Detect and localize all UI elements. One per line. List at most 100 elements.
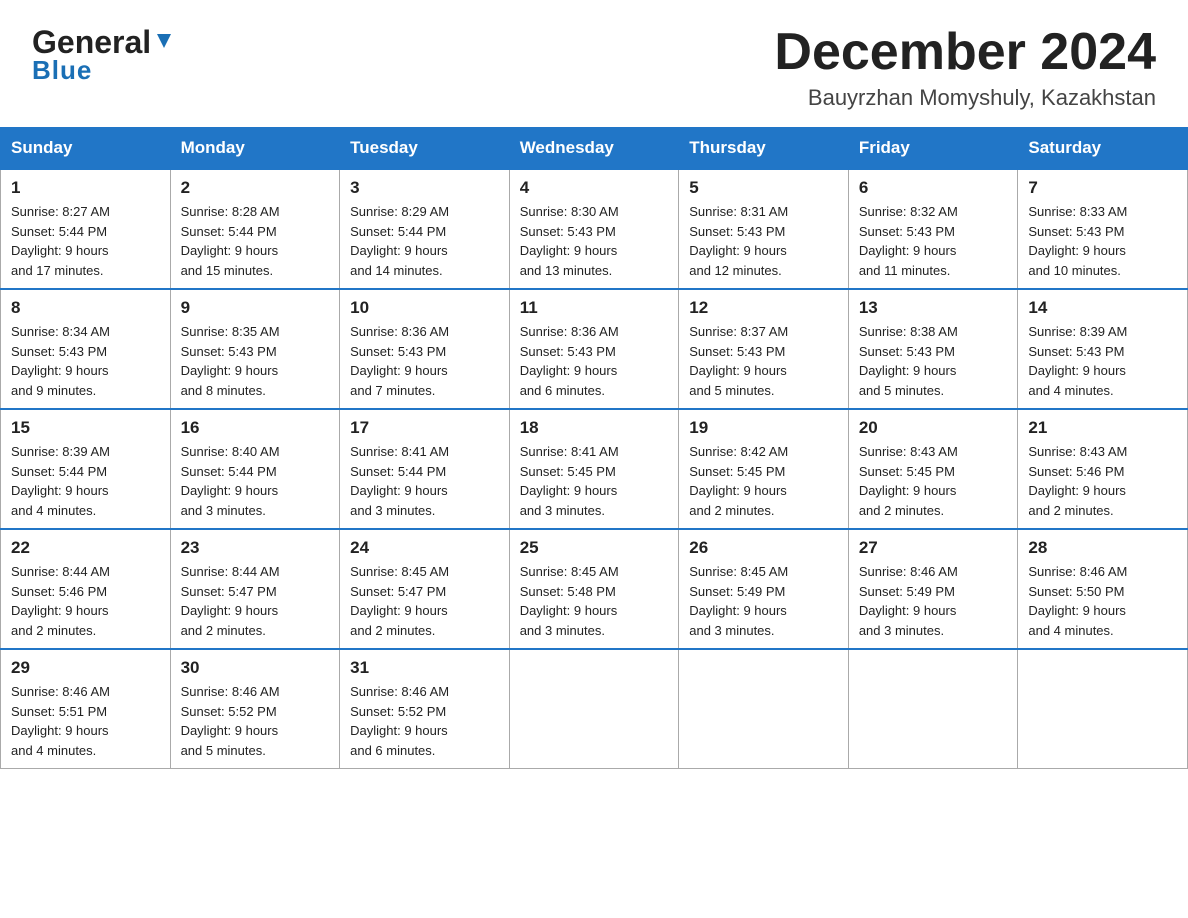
day-number: 22 xyxy=(11,538,160,558)
day-number: 7 xyxy=(1028,178,1177,198)
calendar-cell: 7 Sunrise: 8:33 AM Sunset: 5:43 PM Dayli… xyxy=(1018,169,1188,289)
day-info: Sunrise: 8:44 AM Sunset: 5:46 PM Dayligh… xyxy=(11,562,160,640)
daylight-text: Daylight: 9 hours xyxy=(859,243,957,258)
sunset-text: Sunset: 5:43 PM xyxy=(689,344,785,359)
day-info: Sunrise: 8:46 AM Sunset: 5:52 PM Dayligh… xyxy=(181,682,330,760)
daylight-text: Daylight: 9 hours xyxy=(350,243,448,258)
sunset-text: Sunset: 5:45 PM xyxy=(859,464,955,479)
daylight-minutes: and 13 minutes. xyxy=(520,263,613,278)
daylight-text: Daylight: 9 hours xyxy=(1028,363,1126,378)
daylight-text: Daylight: 9 hours xyxy=(11,723,109,738)
calendar-week-2: 8 Sunrise: 8:34 AM Sunset: 5:43 PM Dayli… xyxy=(1,289,1188,409)
daylight-text: Daylight: 9 hours xyxy=(859,363,957,378)
daylight-minutes: and 2 minutes. xyxy=(1028,503,1113,518)
day-number: 21 xyxy=(1028,418,1177,438)
daylight-minutes: and 15 minutes. xyxy=(181,263,274,278)
day-info: Sunrise: 8:27 AM Sunset: 5:44 PM Dayligh… xyxy=(11,202,160,280)
day-info: Sunrise: 8:45 AM Sunset: 5:48 PM Dayligh… xyxy=(520,562,669,640)
sunset-text: Sunset: 5:43 PM xyxy=(11,344,107,359)
calendar-cell: 23 Sunrise: 8:44 AM Sunset: 5:47 PM Dayl… xyxy=(170,529,340,649)
calendar-cell: 17 Sunrise: 8:41 AM Sunset: 5:44 PM Dayl… xyxy=(340,409,510,529)
day-info: Sunrise: 8:28 AM Sunset: 5:44 PM Dayligh… xyxy=(181,202,330,280)
day-number: 28 xyxy=(1028,538,1177,558)
calendar-cell: 28 Sunrise: 8:46 AM Sunset: 5:50 PM Dayl… xyxy=(1018,529,1188,649)
day-info: Sunrise: 8:41 AM Sunset: 5:45 PM Dayligh… xyxy=(520,442,669,520)
day-number: 13 xyxy=(859,298,1008,318)
calendar-cell: 27 Sunrise: 8:46 AM Sunset: 5:49 PM Dayl… xyxy=(848,529,1018,649)
sunrise-text: Sunrise: 8:43 AM xyxy=(859,444,958,459)
sunrise-text: Sunrise: 8:46 AM xyxy=(11,684,110,699)
sunrise-text: Sunrise: 8:28 AM xyxy=(181,204,280,219)
calendar-cell: 21 Sunrise: 8:43 AM Sunset: 5:46 PM Dayl… xyxy=(1018,409,1188,529)
col-thursday: Thursday xyxy=(679,128,849,170)
calendar-cell: 31 Sunrise: 8:46 AM Sunset: 5:52 PM Dayl… xyxy=(340,649,510,769)
calendar-cell: 13 Sunrise: 8:38 AM Sunset: 5:43 PM Dayl… xyxy=(848,289,1018,409)
daylight-minutes: and 4 minutes. xyxy=(1028,623,1113,638)
logo-blue: Blue xyxy=(32,55,92,86)
logo: General Blue xyxy=(32,24,175,86)
col-wednesday: Wednesday xyxy=(509,128,679,170)
daylight-minutes: and 3 minutes. xyxy=(520,623,605,638)
col-sunday: Sunday xyxy=(1,128,171,170)
sunrise-text: Sunrise: 8:36 AM xyxy=(520,324,619,339)
calendar-body: 1 Sunrise: 8:27 AM Sunset: 5:44 PM Dayli… xyxy=(1,169,1188,769)
title-block: December 2024 Bauyrzhan Momyshuly, Kazak… xyxy=(774,24,1156,111)
sunset-text: Sunset: 5:46 PM xyxy=(1028,464,1124,479)
sunrise-text: Sunrise: 8:46 AM xyxy=(350,684,449,699)
sunrise-text: Sunrise: 8:45 AM xyxy=(520,564,619,579)
sunset-text: Sunset: 5:49 PM xyxy=(859,584,955,599)
day-number: 24 xyxy=(350,538,499,558)
day-info: Sunrise: 8:36 AM Sunset: 5:43 PM Dayligh… xyxy=(520,322,669,400)
day-info: Sunrise: 8:34 AM Sunset: 5:43 PM Dayligh… xyxy=(11,322,160,400)
calendar-cell: 22 Sunrise: 8:44 AM Sunset: 5:46 PM Dayl… xyxy=(1,529,171,649)
daylight-text: Daylight: 9 hours xyxy=(859,603,957,618)
sunset-text: Sunset: 5:43 PM xyxy=(181,344,277,359)
sunrise-text: Sunrise: 8:46 AM xyxy=(859,564,958,579)
calendar-cell: 24 Sunrise: 8:45 AM Sunset: 5:47 PM Dayl… xyxy=(340,529,510,649)
day-number: 11 xyxy=(520,298,669,318)
sunrise-text: Sunrise: 8:36 AM xyxy=(350,324,449,339)
daylight-minutes: and 2 minutes. xyxy=(350,623,435,638)
sunrise-text: Sunrise: 8:43 AM xyxy=(1028,444,1127,459)
sunset-text: Sunset: 5:52 PM xyxy=(181,704,277,719)
sunset-text: Sunset: 5:52 PM xyxy=(350,704,446,719)
sunset-text: Sunset: 5:46 PM xyxy=(11,584,107,599)
sunrise-text: Sunrise: 8:40 AM xyxy=(181,444,280,459)
day-number: 25 xyxy=(520,538,669,558)
daylight-text: Daylight: 9 hours xyxy=(520,363,618,378)
calendar-cell: 19 Sunrise: 8:42 AM Sunset: 5:45 PM Dayl… xyxy=(679,409,849,529)
day-info: Sunrise: 8:39 AM Sunset: 5:43 PM Dayligh… xyxy=(1028,322,1177,400)
sunset-text: Sunset: 5:43 PM xyxy=(350,344,446,359)
sunset-text: Sunset: 5:49 PM xyxy=(689,584,785,599)
sunset-text: Sunset: 5:44 PM xyxy=(11,224,107,239)
daylight-text: Daylight: 9 hours xyxy=(689,243,787,258)
daylight-text: Daylight: 9 hours xyxy=(859,483,957,498)
daylight-minutes: and 11 minutes. xyxy=(859,263,951,278)
day-info: Sunrise: 8:38 AM Sunset: 5:43 PM Dayligh… xyxy=(859,322,1008,400)
sunrise-text: Sunrise: 8:33 AM xyxy=(1028,204,1127,219)
calendar-cell: 25 Sunrise: 8:45 AM Sunset: 5:48 PM Dayl… xyxy=(509,529,679,649)
day-number: 16 xyxy=(181,418,330,438)
daylight-text: Daylight: 9 hours xyxy=(689,483,787,498)
day-info: Sunrise: 8:30 AM Sunset: 5:43 PM Dayligh… xyxy=(520,202,669,280)
calendar-cell: 3 Sunrise: 8:29 AM Sunset: 5:44 PM Dayli… xyxy=(340,169,510,289)
daylight-text: Daylight: 9 hours xyxy=(350,723,448,738)
daylight-text: Daylight: 9 hours xyxy=(181,243,279,258)
daylight-minutes: and 2 minutes. xyxy=(689,503,774,518)
daylight-minutes: and 2 minutes. xyxy=(181,623,266,638)
day-info: Sunrise: 8:40 AM Sunset: 5:44 PM Dayligh… xyxy=(181,442,330,520)
sunrise-text: Sunrise: 8:27 AM xyxy=(11,204,110,219)
day-info: Sunrise: 8:44 AM Sunset: 5:47 PM Dayligh… xyxy=(181,562,330,640)
calendar-cell: 1 Sunrise: 8:27 AM Sunset: 5:44 PM Dayli… xyxy=(1,169,171,289)
daylight-minutes: and 14 minutes. xyxy=(350,263,443,278)
day-number: 6 xyxy=(859,178,1008,198)
sunset-text: Sunset: 5:44 PM xyxy=(181,464,277,479)
day-number: 14 xyxy=(1028,298,1177,318)
day-number: 29 xyxy=(11,658,160,678)
daylight-minutes: and 4 minutes. xyxy=(11,743,96,758)
daylight-minutes: and 7 minutes. xyxy=(350,383,435,398)
calendar-cell: 16 Sunrise: 8:40 AM Sunset: 5:44 PM Dayl… xyxy=(170,409,340,529)
day-info: Sunrise: 8:39 AM Sunset: 5:44 PM Dayligh… xyxy=(11,442,160,520)
day-info: Sunrise: 8:29 AM Sunset: 5:44 PM Dayligh… xyxy=(350,202,499,280)
calendar-cell xyxy=(509,649,679,769)
